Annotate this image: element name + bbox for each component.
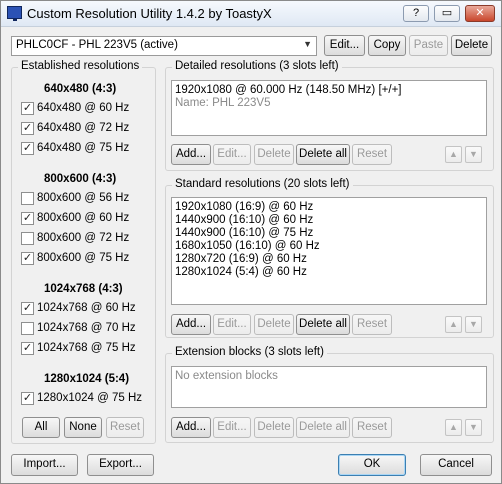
- checkbox-unchecked[interactable]: [21, 232, 34, 245]
- detailed-add-button[interactable]: Add...: [171, 144, 211, 165]
- checkbox-unchecked[interactable]: [21, 192, 34, 205]
- standard-resolutions-title: Standard resolutions (20 slots left): [172, 178, 353, 190]
- app-window: Custom Resolution Utility 1.4.2 by Toast…: [0, 0, 502, 484]
- standard-resolutions-list[interactable]: 1920x1080 (16:9) @ 60 Hz 1440x900 (16:10…: [171, 197, 487, 305]
- minimize-button[interactable]: ▭: [434, 5, 460, 22]
- list-item[interactable]: 1280x1024 (5:4) @ 60 Hz: [175, 266, 483, 279]
- extension-edit-button[interactable]: Edit...: [213, 417, 251, 438]
- extension-delete-all-button[interactable]: Delete all: [296, 417, 350, 438]
- import-button[interactable]: Import...: [11, 454, 78, 476]
- standard-move-down-button[interactable]: ▼: [465, 316, 482, 333]
- list-item[interactable]: 1920x1080 (16:9) @ 60 Hz: [175, 201, 483, 214]
- close-button[interactable]: ✕: [465, 5, 495, 22]
- help-button[interactable]: ?: [403, 5, 429, 22]
- checkbox-checked[interactable]: ✓: [21, 252, 34, 265]
- detailed-move-up-button[interactable]: ▲: [445, 146, 462, 163]
- detailed-reset-button[interactable]: Reset: [352, 144, 392, 165]
- standard-move-up-button[interactable]: ▲: [445, 316, 462, 333]
- detailed-delete-button[interactable]: Delete: [254, 144, 294, 165]
- standard-delete-button[interactable]: Delete: [254, 314, 294, 335]
- group-heading-1280x1024: 1280x1024 (5:4): [44, 373, 130, 385]
- detailed-delete-all-button[interactable]: Delete all: [296, 144, 350, 165]
- extension-blocks-title: Extension blocks (3 slots left): [172, 346, 327, 358]
- list-item-name: Name: PHL 223V5: [175, 97, 271, 109]
- standard-edit-button[interactable]: Edit...: [213, 314, 251, 335]
- extension-blocks-list[interactable]: No extension blocks: [171, 366, 487, 408]
- established-reset-button[interactable]: Reset: [106, 417, 144, 438]
- group-heading-1024x768: 1024x768 (4:3): [44, 283, 123, 295]
- list-item[interactable]: 1440x900 (16:10) @ 75 Hz: [175, 227, 483, 240]
- list-item[interactable]: 1440x900 (16:10) @ 60 Hz: [175, 214, 483, 227]
- group-heading-800x600: 800x600 (4:3): [44, 173, 117, 185]
- checkbox-unchecked[interactable]: [21, 322, 34, 335]
- monitor-select-value: PHLC0CF - PHL 223V5 (active): [16, 39, 178, 51]
- established-resolutions-title: Established resolutions: [18, 60, 143, 72]
- extension-add-button[interactable]: Add...: [171, 417, 211, 438]
- list-item[interactable]: 1920x1080 @ 60.000 Hz (148.50 MHz) [+/+]: [175, 84, 483, 97]
- extension-reset-button[interactable]: Reset: [352, 417, 392, 438]
- standard-delete-all-button[interactable]: Delete all: [296, 314, 350, 335]
- monitor-copy-button[interactable]: Copy: [368, 35, 406, 56]
- group-heading-640x480: 640x480 (4:3): [44, 83, 117, 95]
- extension-delete-button[interactable]: Delete: [254, 417, 294, 438]
- select-all-button[interactable]: All: [22, 417, 60, 438]
- checkbox-checked[interactable]: ✓: [21, 302, 34, 315]
- list-item[interactable]: 1680x1050 (16:10) @ 60 Hz: [175, 240, 483, 253]
- monitor-select[interactable]: PHLC0CF - PHL 223V5 (active) ▼: [11, 36, 317, 56]
- ok-button[interactable]: OK: [338, 454, 406, 476]
- cancel-button[interactable]: Cancel: [420, 454, 492, 476]
- chevron-down-icon: ▼: [303, 39, 312, 49]
- checkbox-checked[interactable]: ✓: [21, 212, 34, 225]
- monitor-delete-button[interactable]: Delete: [451, 35, 492, 56]
- checkbox-checked[interactable]: ✓: [21, 122, 34, 135]
- checkbox-checked[interactable]: ✓: [21, 102, 34, 115]
- checkbox-checked[interactable]: ✓: [21, 392, 34, 405]
- checkbox-checked[interactable]: ✓: [21, 142, 34, 155]
- extension-move-down-button[interactable]: ▼: [465, 419, 482, 436]
- checkbox-checked[interactable]: ✓: [21, 342, 34, 355]
- standard-reset-button[interactable]: Reset: [352, 314, 392, 335]
- monitor-paste-button[interactable]: Paste: [409, 35, 448, 56]
- title-bar[interactable]: Custom Resolution Utility 1.4.2 by Toast…: [1, 1, 501, 27]
- empty-placeholder: No extension blocks: [175, 370, 278, 382]
- select-none-button[interactable]: None: [64, 417, 102, 438]
- extension-move-up-button[interactable]: ▲: [445, 419, 462, 436]
- detailed-edit-button[interactable]: Edit...: [213, 144, 251, 165]
- export-button[interactable]: Export...: [87, 454, 154, 476]
- detailed-move-down-button[interactable]: ▼: [465, 146, 482, 163]
- window-title: Custom Resolution Utility 1.4.2 by Toast…: [27, 6, 272, 21]
- list-item[interactable]: 1280x720 (16:9) @ 60 Hz: [175, 253, 483, 266]
- monitor-app-icon: [7, 6, 22, 21]
- detailed-resolutions-title: Detailed resolutions (3 slots left): [172, 60, 342, 72]
- monitor-edit-button[interactable]: Edit...: [324, 35, 365, 56]
- detailed-resolutions-list[interactable]: 1920x1080 @ 60.000 Hz (148.50 MHz) [+/+]…: [171, 80, 487, 136]
- standard-add-button[interactable]: Add...: [171, 314, 211, 335]
